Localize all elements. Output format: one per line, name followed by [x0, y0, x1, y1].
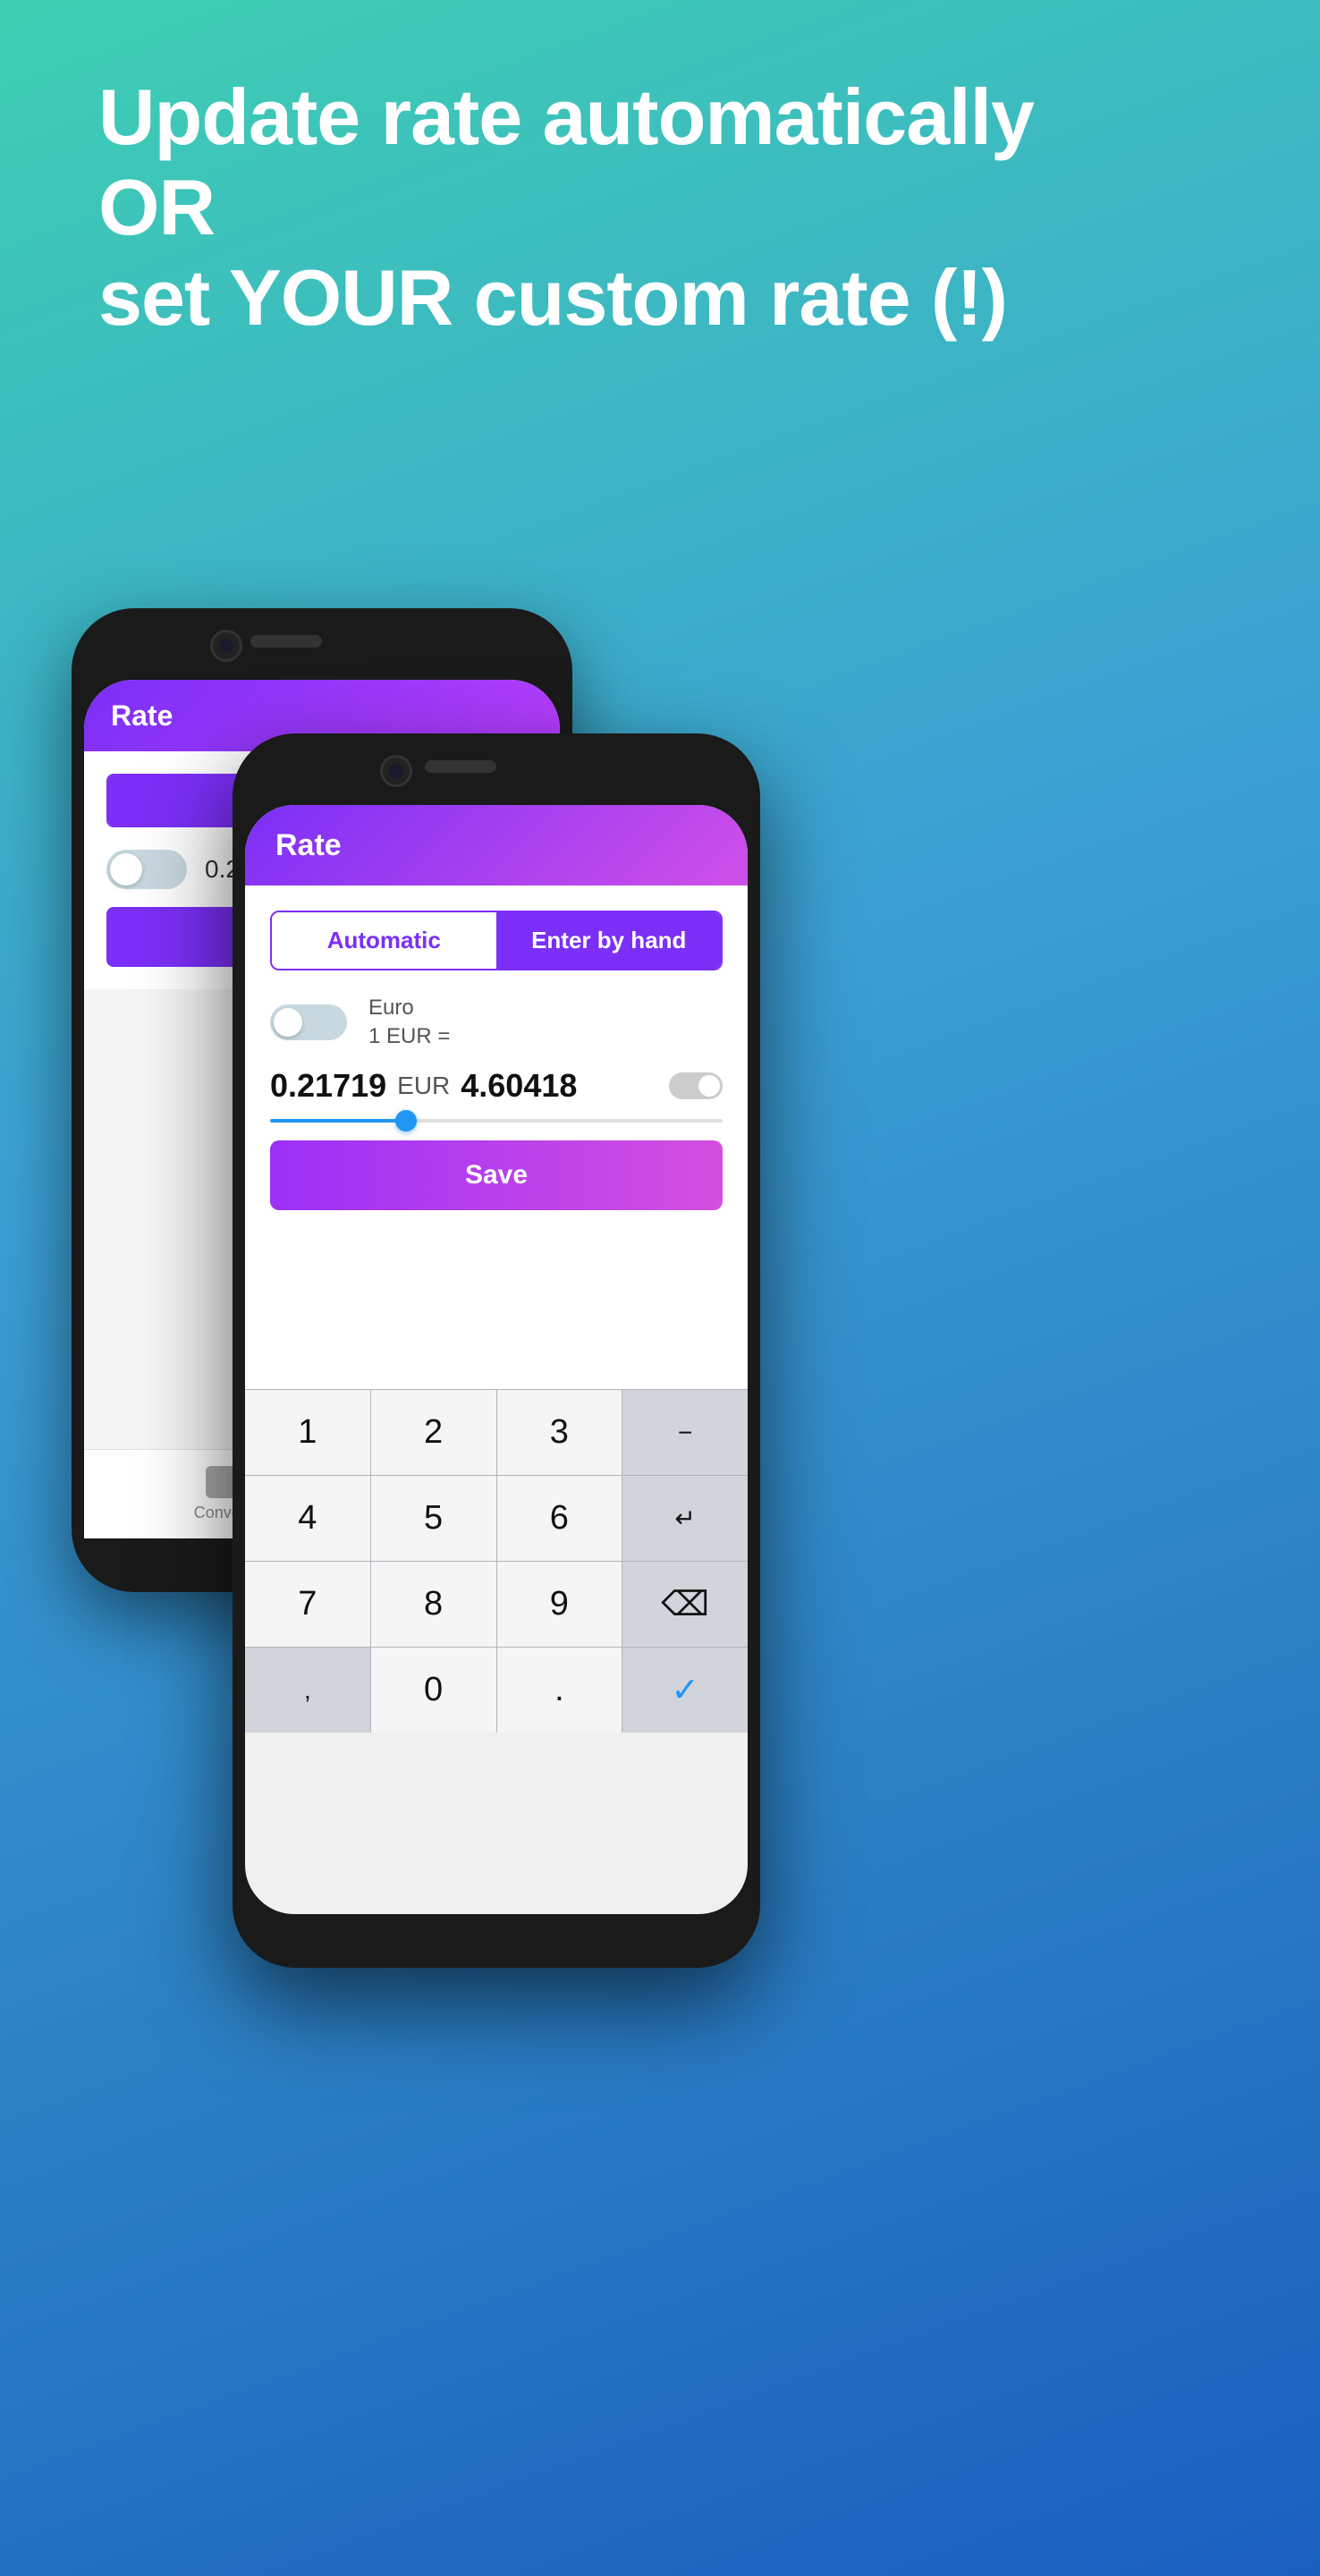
key-enter[interactable]: ↵	[622, 1476, 748, 1561]
phone-front-save-button[interactable]: Save	[270, 1140, 723, 1210]
phone-back-toggle[interactable]	[106, 850, 187, 889]
key-minus[interactable]: −	[622, 1390, 748, 1475]
phone-back-camera	[210, 630, 242, 662]
keyboard-row-4: , 0 . ✓	[245, 1647, 748, 1733]
phone-front-body: Automatic Enter by hand Euro 1 EUR = 0.2…	[245, 886, 748, 1210]
keyboard-row-3: 7 8 9 ⌫	[245, 1561, 748, 1647]
phone-front-screen: Rate Automatic Enter by hand Euro 1 EUR …	[245, 805, 748, 1914]
empty-space	[245, 1210, 748, 1389]
key-comma[interactable]: ,	[245, 1648, 371, 1733]
exchange-row: 0.21719 EUR 4.60418	[270, 1067, 723, 1105]
key-3[interactable]: 3	[497, 1390, 623, 1475]
rate-number-left: 0.21719	[270, 1067, 386, 1105]
eur-equals: 1 EUR =	[368, 1024, 723, 1049]
slider-row[interactable]	[270, 1119, 723, 1123]
headline: Update rate automatically OR set YOUR cu…	[98, 72, 1222, 343]
phone-back-title: Rate	[111, 699, 173, 733]
phone-front-tabs: Automatic Enter by hand	[270, 911, 723, 970]
key-9[interactable]: 9	[497, 1562, 623, 1647]
key-1[interactable]: 1	[245, 1390, 371, 1475]
headline-line3: set YOUR custom rate (!)	[98, 253, 1007, 342]
key-0[interactable]: 0	[371, 1648, 497, 1733]
currency-code: EUR	[397, 1072, 450, 1100]
euro-label: Euro	[368, 996, 723, 1021]
phone-back-speaker	[250, 635, 322, 648]
slider-thumb[interactable]	[395, 1110, 417, 1131]
numeric-keyboard: 1 2 3 − 4 5 6 ↵ 7 8 9 ⌫ , 0 . ✓	[245, 1389, 748, 1733]
key-6[interactable]: 6	[497, 1476, 623, 1561]
rate-toggle-small[interactable]	[669, 1072, 723, 1099]
phone-front-tab-auto[interactable]: Automatic	[272, 912, 497, 969]
phone-front-tab-hand[interactable]: Enter by hand	[497, 912, 722, 969]
key-backspace[interactable]: ⌫	[622, 1562, 748, 1647]
phone-front-rate-row: Euro 1 EUR =	[270, 996, 723, 1049]
key-5[interactable]: 5	[371, 1476, 497, 1561]
headline-line1: Update rate automatically	[98, 72, 1034, 161]
phone-front-speaker	[425, 760, 496, 773]
phone-front: Rate Automatic Enter by hand Euro 1 EUR …	[233, 733, 760, 1968]
key-done[interactable]: ✓	[622, 1648, 748, 1733]
rate-number-right: 4.60418	[461, 1067, 658, 1105]
key-dot[interactable]: .	[497, 1648, 623, 1733]
key-7[interactable]: 7	[245, 1562, 371, 1647]
slider-track	[270, 1119, 723, 1123]
keyboard-row-2: 4 5 6 ↵	[245, 1475, 748, 1561]
phone-front-euro-info: Euro 1 EUR =	[368, 996, 723, 1049]
key-8[interactable]: 8	[371, 1562, 497, 1647]
phone-front-title: Rate	[275, 828, 342, 863]
phone-front-header: Rate	[245, 805, 748, 886]
key-2[interactable]: 2	[371, 1390, 497, 1475]
phone-front-toggle[interactable]	[270, 1004, 347, 1040]
phone-front-camera	[380, 755, 412, 787]
headline-line2: OR	[98, 163, 215, 251]
keyboard-row-1: 1 2 3 −	[245, 1389, 748, 1475]
slider-fill	[270, 1119, 406, 1123]
key-4[interactable]: 4	[245, 1476, 371, 1561]
